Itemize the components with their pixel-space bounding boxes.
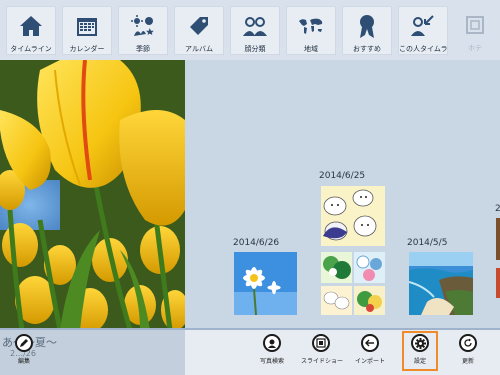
- nav-region-button[interactable]: 地域: [286, 6, 336, 55]
- nav-label: 顔分類: [244, 45, 266, 53]
- nav-timeline-button[interactable]: タイムライン: [6, 6, 56, 55]
- group-date: 2014/6/26: [233, 238, 280, 248]
- nav-label: この人タイムラ…: [399, 45, 447, 53]
- frame-icon: [450, 12, 500, 38]
- person-timeline-icon: [399, 13, 447, 39]
- nav-seasons-button[interactable]: 季節: [118, 6, 168, 55]
- world-map-icon: [287, 13, 335, 39]
- photo-thumbnail[interactable]: [496, 268, 500, 298]
- nav-faces-button[interactable]: 顔分類: [230, 6, 280, 55]
- import-button[interactable]: インポート: [350, 334, 390, 372]
- slideshow-icon: [312, 334, 330, 352]
- group-date: 2014/5/5: [407, 238, 448, 248]
- photo-thumbnail[interactable]: [321, 286, 352, 315]
- calendar-icon: [63, 13, 111, 39]
- photo-thumbnail[interactable]: [354, 286, 385, 315]
- photo-search-button[interactable]: 写真検索: [252, 334, 292, 372]
- edit-label: 編集: [17, 358, 30, 365]
- nav-frame-button[interactable]: ホテ: [450, 6, 500, 55]
- photo-thumbnail[interactable]: [321, 252, 352, 283]
- nav-label: 地域: [304, 45, 318, 53]
- face-search-icon: [263, 334, 281, 352]
- import-icon: [361, 334, 379, 352]
- home-icon: [7, 13, 55, 39]
- seasons-icon: [119, 13, 167, 39]
- import-label: インポート: [354, 358, 385, 365]
- photo-thumbnail[interactable]: [354, 252, 385, 283]
- refresh-icon: [459, 334, 477, 352]
- group-date: 2: [495, 204, 500, 214]
- refresh-button[interactable]: 更新: [448, 334, 488, 372]
- recommend-badge-icon: [343, 13, 391, 39]
- nav-label: アルバム: [185, 45, 213, 53]
- nav-label: 季節: [136, 45, 150, 53]
- gear-icon: [411, 334, 429, 352]
- group-date: 2014/6/25: [319, 171, 366, 181]
- photo-thumbnail[interactable]: [496, 218, 500, 260]
- edit-button[interactable]: 編集: [4, 334, 44, 372]
- nav-label: カレンダー: [69, 45, 105, 53]
- photo-thumbnail[interactable]: [321, 186, 385, 246]
- slideshow-label: スライドショー: [301, 358, 344, 365]
- nav-calendar-button[interactable]: カレンダー: [62, 6, 112, 55]
- photo-search-label: 写真検索: [259, 358, 284, 365]
- refresh-label: 更新: [461, 358, 474, 365]
- photo-thumbnail[interactable]: [234, 252, 297, 315]
- settings-button[interactable]: 設定: [402, 331, 438, 371]
- nav-recommend-button[interactable]: おすすめ: [342, 6, 392, 55]
- photo-thumbnail[interactable]: [409, 252, 473, 315]
- nav-label: ホテ: [468, 44, 482, 52]
- top-navigation: タイムライン カレンダー 季節 アルバム 顔分類 地域 おすすめ この人タイムラ…: [0, 0, 500, 60]
- nav-album-button[interactable]: アルバム: [174, 6, 224, 55]
- pencil-icon: [15, 334, 33, 352]
- album-tag-icon: [175, 13, 223, 39]
- slideshow-button[interactable]: スライドショー: [301, 334, 344, 372]
- faces-icon: [231, 13, 279, 39]
- nav-person-timeline-button[interactable]: この人タイムラ…: [398, 6, 448, 55]
- nav-label: タイムライン: [10, 45, 52, 53]
- album-cover-photo[interactable]: [0, 60, 185, 330]
- settings-label: 設定: [413, 358, 426, 365]
- nav-label: おすすめ: [353, 45, 381, 53]
